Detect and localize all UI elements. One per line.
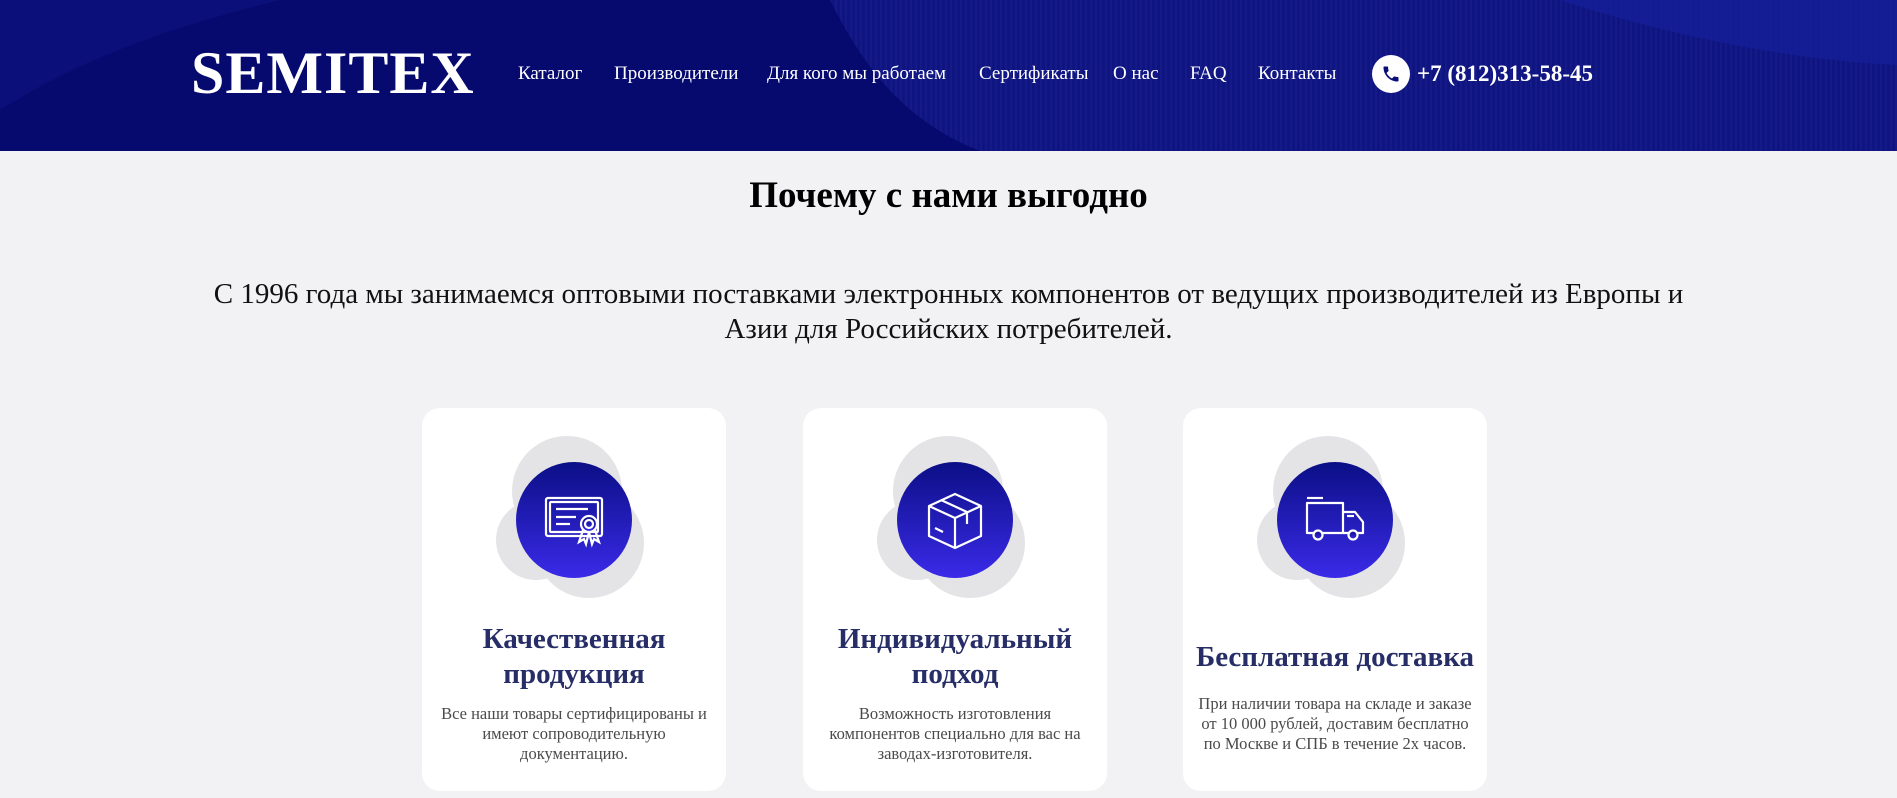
nav-item-contacts[interactable]: Контакты	[1258, 62, 1336, 86]
card-title: Бесплатная доставка	[1196, 641, 1474, 673]
feature-card-delivery: Бесплатная доставка При наличии товара н…	[1183, 408, 1487, 791]
phone-number[interactable]: +7 (812)313-58-45	[1417, 59, 1593, 89]
card-title: Индивидуальный подход	[837, 623, 1073, 690]
intro-text: С 1996 года мы занимаемся оптовыми поста…	[213, 278, 1684, 345]
feature-card-individual: Индивидуальный подход Возможность изгото…	[803, 408, 1107, 791]
nav-item-clients[interactable]: Для кого мы работаем	[767, 62, 946, 86]
section-title: Почему с нами выгодно	[749, 174, 1148, 216]
card-text: Все наши товары сертифицированы и имеют …	[441, 704, 707, 763]
nav-item-certificates[interactable]: Сертификаты	[979, 62, 1089, 86]
main-nav: Каталог Производители Для кого мы работа…	[0, 0, 1897, 151]
phone-icon	[1372, 55, 1410, 93]
certificate-icon	[496, 436, 644, 598]
nav-item-catalog[interactable]: Каталог	[518, 62, 582, 86]
truck-icon	[1257, 436, 1405, 598]
card-text: При наличии товара на складе и заказе от…	[1198, 694, 1472, 753]
nav-item-manufacturers[interactable]: Производители	[614, 62, 738, 86]
nav-item-about[interactable]: О нас	[1113, 62, 1159, 86]
nav-item-faq[interactable]: FAQ	[1190, 62, 1227, 86]
card-text: Возможность изготовления компонентов спе…	[829, 704, 1081, 763]
feature-card-quality: Качественная продукция Все наши товары с…	[422, 408, 726, 791]
card-title: Качественная продукция	[482, 623, 666, 690]
site-header: SEMITEX Каталог Производители Для кого м…	[0, 0, 1897, 151]
box-icon	[877, 436, 1025, 598]
